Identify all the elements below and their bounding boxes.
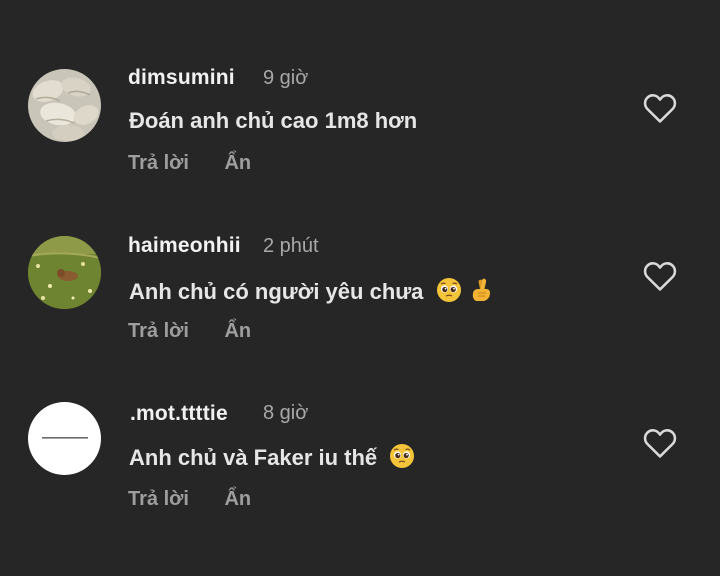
username[interactable]: .mot.ttttie [130, 402, 228, 426]
comment-actions: Trả lời Ẩn [128, 488, 281, 511]
white-avatar-image [28, 402, 101, 475]
heart-icon[interactable] [643, 427, 677, 459]
hide-button[interactable]: Ẩn [224, 320, 251, 342]
timestamp: 8 giờ [263, 402, 309, 424]
comment-item: .mot.ttttie 8 giờ Anh chủ và Faker iu th… [0, 0, 720, 510]
pleading-face-icon [436, 278, 461, 302]
comment-actions: Trả lời Ẩn [128, 320, 281, 343]
timestamp: 2 phút [263, 235, 319, 257]
comments-panel: dimsumini 9 giờ Đoán anh chủ cao 1m8 hơn… [0, 0, 720, 576]
comment-text: Anh chủ có người yêu chưa [129, 277, 494, 305]
hide-button[interactable]: Ẩn [224, 488, 251, 510]
comment-text-content: Anh chủ và Faker iu thế [129, 445, 378, 470]
comment-text: Anh chủ và Faker iu thế [129, 443, 415, 471]
reply-button[interactable]: Trả lời [128, 320, 189, 342]
avatar[interactable] [28, 402, 101, 475]
reply-button[interactable]: Trả lời [128, 488, 189, 510]
comment-actions: Trả lời Ẩn [128, 152, 281, 175]
field-image [28, 236, 101, 309]
pleading-face-icon [390, 444, 415, 468]
reply-button[interactable]: Trả lời [128, 152, 189, 174]
comment-text-content: Anh chủ có người yêu chưa [129, 279, 424, 304]
avatar[interactable] [28, 236, 101, 309]
username[interactable]: haimeonhii [128, 234, 241, 258]
hide-button[interactable]: Ẩn [224, 152, 251, 174]
heart-icon[interactable] [643, 260, 677, 292]
crossed-fingers-heart-icon [472, 278, 490, 301]
